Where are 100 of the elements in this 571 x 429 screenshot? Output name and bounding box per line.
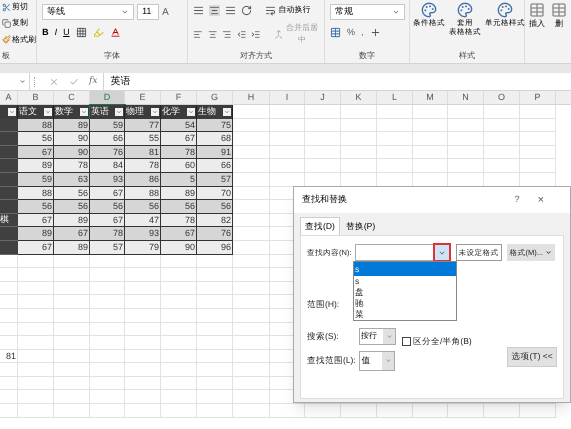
table-cell: 90 (54, 132, 90, 146)
table-cell: 89 (18, 227, 54, 241)
number-format-select[interactable]: 常规 (330, 4, 406, 20)
table-cell: 81 (125, 146, 161, 160)
function-icon[interactable]: fx (89, 74, 98, 88)
table-cell: 70 (197, 186, 233, 200)
table-cell: 54 (161, 118, 197, 132)
column-header[interactable]: M (413, 91, 448, 104)
help-button[interactable]: ? (514, 193, 520, 207)
column-header[interactable]: B (18, 91, 54, 104)
group-label: 板 (2, 50, 11, 62)
table-cell: 67 (90, 214, 125, 228)
column-header[interactable]: J (305, 91, 341, 104)
table-cell: 76 (90, 146, 125, 160)
table-cell: 56 (90, 200, 125, 214)
column-header[interactable]: A (0, 91, 18, 104)
table-cell: 78 (161, 146, 197, 160)
history-item[interactable]: 菜 (354, 309, 456, 320)
clipboard-button[interactable]: 复制 (2, 17, 36, 30)
cells-button[interactable]: 删 (551, 2, 568, 30)
table-cell: 78 (90, 227, 125, 241)
header-cell: 化学 (161, 105, 197, 119)
formula-input[interactable]: 英语 (103, 73, 571, 90)
table-cell: 56 (54, 186, 90, 200)
search-select[interactable]: 按行 (359, 328, 396, 345)
comma-button[interactable]: , (361, 26, 364, 40)
close-button[interactable]: × (538, 192, 544, 208)
table-cell: 78 (54, 159, 90, 173)
header-cell: 语文 (18, 105, 54, 119)
table-cell: 89 (18, 159, 54, 173)
table-cell: 47 (125, 214, 161, 228)
history-item[interactable]: s (354, 262, 456, 276)
table-cell: 67 (54, 227, 90, 241)
column-header[interactable]: N (448, 91, 484, 104)
table-cell: 79 (125, 240, 161, 255)
table-cell: 93 (90, 172, 125, 187)
table-cell: 78 (161, 214, 197, 228)
grow-font-button[interactable]: A (162, 4, 169, 20)
look-in-label: 查找范围(L): (307, 354, 357, 368)
table-cell: 75 (197, 118, 233, 132)
table-cell: 88 (125, 186, 161, 200)
history-item[interactable]: s (354, 276, 456, 287)
table-cell: 89 (54, 118, 90, 132)
underline-button[interactable]: U (63, 26, 70, 40)
checkbox-label: 区分全/半角(B) (413, 335, 472, 348)
options-button[interactable]: 选项(T) << (507, 346, 557, 367)
dialog-tab[interactable]: 查找(D) (300, 217, 340, 235)
table-cell: 86 (125, 172, 161, 187)
header-cell: 生物 (197, 105, 233, 119)
history-item[interactable]: 盘 (354, 287, 456, 298)
cells-button[interactable]: 插入 (529, 2, 546, 30)
wrap-text-button[interactable]: 自动换行 (265, 4, 310, 16)
table-cell: 93 (125, 227, 161, 241)
table-cell: 78 (125, 159, 161, 173)
table-cell: 57 (197, 172, 233, 187)
column-header[interactable]: I (270, 91, 305, 104)
table-cell: 67 (90, 186, 125, 200)
table-cell: 60 (161, 159, 197, 173)
clipboard-button[interactable]: 剪切 (2, 1, 36, 13)
group-label: 数字 (359, 50, 376, 62)
column-header[interactable]: F (161, 91, 197, 104)
italic-button[interactable]: I (54, 26, 58, 40)
table-cell: 67 (18, 240, 54, 255)
table-cell: 91 (197, 146, 233, 160)
table-cell: 67 (161, 227, 197, 241)
group-label: 样式 (459, 50, 476, 62)
column-header[interactable]: D (90, 91, 125, 104)
table-cell: 59 (18, 172, 54, 187)
table-cell: 5 (161, 172, 197, 187)
clipboard-button[interactable]: 格式刷 (2, 34, 36, 46)
table-cell: 66 (90, 132, 125, 146)
dialog-title: 查找和替换 (302, 193, 348, 206)
table-cell: 56 (125, 200, 161, 214)
look-in-select[interactable]: 值 (358, 350, 396, 371)
header-cell: 物理 (125, 105, 161, 119)
table-cell: 76 (197, 227, 233, 241)
table-cell: 82 (197, 214, 233, 228)
table-cell: 57 (90, 240, 125, 255)
header-cell: 数学 (54, 105, 90, 119)
table-cell: 56 (18, 132, 54, 146)
table-cell: 89 (54, 240, 90, 255)
column-header[interactable]: H (233, 91, 270, 104)
bold-button[interactable]: B (42, 26, 49, 40)
column-header[interactable]: G (197, 91, 233, 104)
font-size-select[interactable]: 11 (137, 4, 160, 20)
within-label: 范围(H): (307, 299, 340, 309)
history-item[interactable]: 驰 (354, 298, 456, 309)
font-name-select[interactable]: 等线 (42, 4, 134, 20)
table-cell: 77 (125, 118, 161, 132)
column-header[interactable]: P (520, 91, 556, 104)
table-cell: 84 (90, 159, 125, 173)
percent-button[interactable]: % (347, 26, 356, 40)
table-cell: 59 (90, 118, 125, 132)
table-cell: 56 (54, 200, 90, 214)
column-header[interactable]: L (377, 91, 413, 104)
table-cell: 67 (18, 214, 54, 228)
column-header[interactable]: K (341, 91, 377, 104)
table-cell: 55 (125, 132, 161, 146)
table-cell: 67 (18, 146, 54, 160)
column-header[interactable]: O (484, 91, 520, 104)
